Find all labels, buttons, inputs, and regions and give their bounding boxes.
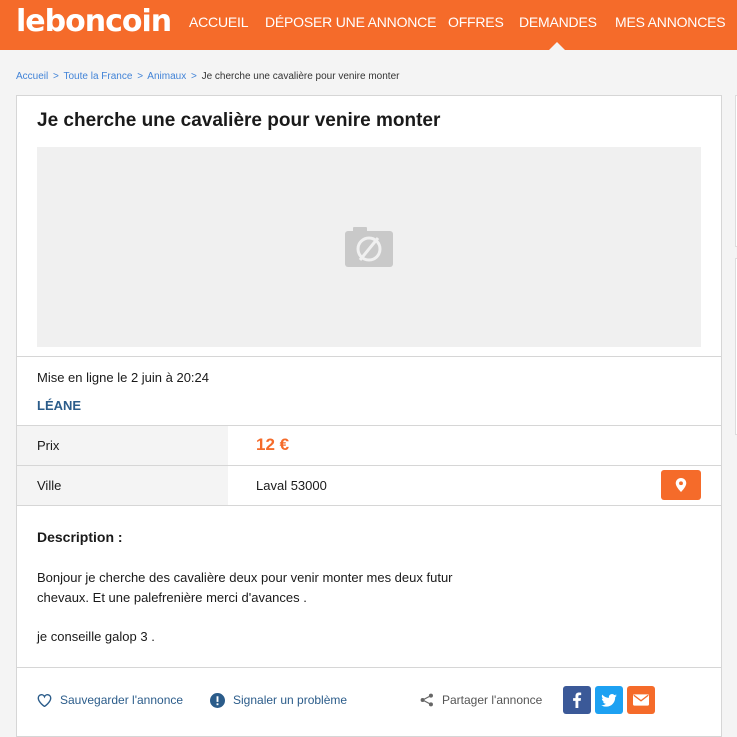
city-label-cell: Ville	[17, 466, 228, 505]
posted-date: Mise en ligne le 2 juin à 20:24	[37, 370, 210, 385]
breadcrumb-separator: >	[137, 71, 144, 82]
twitter-icon	[601, 693, 617, 707]
nav-deposer-annonce[interactable]: DÉPOSER UNE ANNONCE	[265, 14, 436, 30]
report-problem-label: Signaler un problème	[233, 693, 348, 707]
price-label-cell: Prix	[17, 426, 228, 465]
city-value: Laval 53000	[256, 478, 327, 493]
city-label: Ville	[37, 478, 62, 493]
divider	[17, 505, 721, 506]
save-ad-label: Sauvegarder l'annonce	[60, 693, 184, 707]
show-map-button[interactable]	[661, 470, 701, 500]
seller-name-link[interactable]: LÉANE	[37, 398, 81, 413]
breadcrumb-animaux[interactable]: Animaux	[147, 71, 186, 82]
breadcrumb-separator: >	[190, 71, 197, 82]
nav-mes-annonces[interactable]: MES ANNONCES	[615, 14, 726, 30]
share-label: Partager l'annonce	[442, 693, 543, 707]
breadcrumb-accueil[interactable]: Accueil	[16, 71, 48, 82]
price-row: Prix 12 €	[17, 426, 721, 465]
map-pin-icon	[675, 478, 687, 492]
nav-offres[interactable]: OFFRES	[448, 14, 504, 30]
description-title: Description :	[37, 529, 123, 545]
description-paragraph: Bonjour je cherche des cavalière deux po…	[37, 568, 497, 608]
ad-card: Je cherche une cavalière pour venire mon…	[16, 95, 722, 737]
divider	[17, 356, 721, 357]
heart-icon	[37, 693, 52, 707]
ad-actions: Sauvegarder l'annonce Signaler un problè…	[17, 686, 721, 720]
top-navigation-bar: leboncoin ACCUEIL DÉPOSER UNE ANNONCE OF…	[0, 0, 737, 50]
ad-photo-placeholder	[37, 147, 701, 347]
share-twitter-button[interactable]	[595, 686, 623, 714]
description-body: Bonjour je cherche des cavalière deux po…	[37, 568, 497, 647]
description-line: chevaux. Et une palefrenière merci d'ava…	[37, 590, 307, 605]
share-label-group: Partager l'annonce	[420, 690, 542, 710]
breadcrumb-toute-la-france[interactable]: Toute la France	[63, 71, 132, 82]
ad-title: Je cherche une cavalière pour venire mon…	[37, 110, 441, 131]
share-email-button[interactable]	[627, 686, 655, 714]
description-paragraph: je conseille galop 3 .	[37, 629, 155, 644]
save-ad-button[interactable]: Sauvegarder l'annonce	[37, 690, 183, 710]
divider	[17, 667, 721, 668]
email-icon	[633, 694, 649, 706]
share-facebook-button[interactable]	[563, 686, 591, 714]
breadcrumb-separator: >	[53, 71, 59, 82]
breadcrumb: Accueil > Toute la France > Animaux > Je…	[16, 71, 399, 82]
price-value: 12 €	[256, 435, 290, 454]
no-photo-icon	[345, 227, 393, 267]
breadcrumb-current: Je cherche une cavalière pour venire mon…	[201, 71, 400, 82]
description-line: Bonjour je cherche des cavalière deux po…	[37, 570, 453, 585]
nav-demandes[interactable]: DEMANDES	[519, 14, 597, 30]
report-problem-button[interactable]: Signaler un problème	[210, 690, 347, 710]
share-icon	[420, 693, 433, 707]
leboncoin-logo[interactable]: leboncoin	[16, 5, 172, 39]
nav-accueil[interactable]: ACCUEIL	[189, 14, 248, 30]
city-row: Ville Laval 53000	[17, 466, 721, 505]
facebook-icon	[573, 692, 582, 708]
active-nav-indicator	[549, 42, 565, 50]
warning-icon	[210, 692, 225, 708]
price-label: Prix	[37, 438, 60, 453]
